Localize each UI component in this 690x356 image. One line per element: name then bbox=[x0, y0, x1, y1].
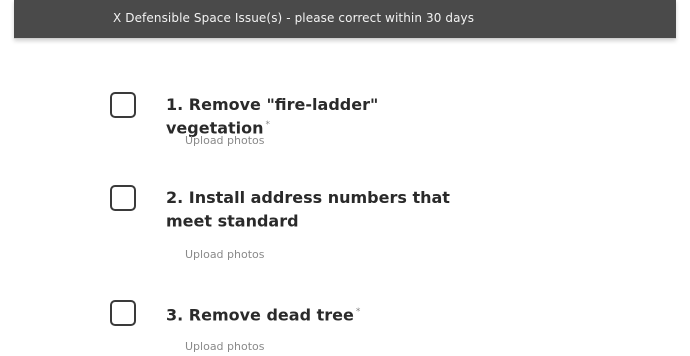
item-checkbox[interactable] bbox=[110, 185, 136, 211]
issues-banner: X Defensible Space Issue(s) - please cor… bbox=[14, 0, 676, 39]
required-asterisk: * bbox=[265, 120, 271, 130]
item-label: 3. Remove dead tree * bbox=[166, 305, 361, 325]
item-label: 2. Install address numbers that meet sta… bbox=[166, 188, 450, 231]
item-checkbox[interactable] bbox=[110, 92, 136, 118]
upload-photos-link[interactable]: Upload photos bbox=[185, 340, 265, 353]
banner-text: X Defensible Space Issue(s) - please cor… bbox=[113, 11, 475, 25]
item-label: 1. Remove "fire-ladder" vegetation * bbox=[166, 95, 379, 138]
upload-photos-link[interactable]: Upload photos bbox=[185, 134, 265, 147]
defensible-space-checklist: X Defensible Space Issue(s) - please cor… bbox=[0, 0, 690, 356]
upload-photos-link[interactable]: Upload photos bbox=[185, 248, 265, 261]
required-asterisk: * bbox=[355, 307, 361, 317]
item-checkbox[interactable] bbox=[110, 300, 136, 326]
